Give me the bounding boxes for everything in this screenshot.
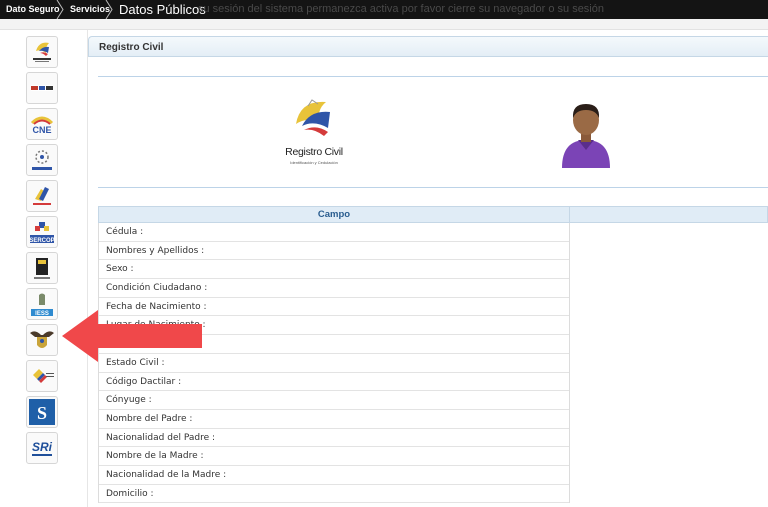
table-row: Cédula :: [99, 223, 569, 242]
table-row: Condición Ciudadano :: [99, 279, 569, 298]
registro-civil-icon[interactable]: [26, 36, 58, 68]
divider-bottom: [98, 187, 768, 188]
subheader-strip: [0, 19, 768, 30]
svg-text:CNE: CNE: [32, 125, 51, 135]
table-row: Sexo :: [99, 260, 569, 280]
panel-title: Registro Civil: [99, 42, 164, 53]
svg-text:SRi: SRi: [32, 440, 53, 454]
sri-icon[interactable]: SRi: [26, 432, 58, 464]
svg-text:S: S: [37, 403, 47, 423]
divider-top: [98, 76, 768, 77]
svg-text:IESS: IESS: [35, 311, 49, 317]
breadcrumb-dato-seguro[interactable]: Dato Seguro: [6, 0, 60, 19]
breadcrumb-separator-icon: [105, 0, 113, 19]
panel-header: Registro Civil: [88, 36, 768, 57]
svg-text:SERCOP: SERCOP: [29, 238, 54, 244]
session-notice: su sesión del sistema permanezca activa …: [198, 3, 604, 15]
table-row: Domicilio :: [99, 485, 569, 504]
table-header-value: [570, 206, 768, 223]
table-row: Nacionalidad del Padre :: [99, 429, 569, 448]
table-row: Código Dactilar :: [99, 373, 569, 392]
service-sidebar: CNE SERCOP IESS S SRi: [0, 30, 87, 507]
escudo-icon[interactable]: [26, 324, 58, 356]
registro-civil-logo: Registro Civil Identificación y Cedulaci…: [278, 94, 350, 172]
logo-text: Registro Civil: [285, 146, 343, 158]
supercias-icon[interactable]: S: [26, 396, 58, 428]
user-avatar-icon: [562, 104, 610, 168]
sercop-icon[interactable]: SERCOP: [26, 216, 58, 248]
table-row: Nombres y Apellidos :: [99, 242, 569, 261]
table-row: Nacionalidad de la Madre :: [99, 466, 569, 485]
registro-civil-panel: Registro Civil Registro Civil Identifica…: [88, 36, 768, 507]
red-arrow-icon: [62, 310, 202, 362]
agencia-icon[interactable]: [26, 360, 58, 392]
table-row: Nombre del Padre :: [99, 410, 569, 429]
breadcrumb-separator-icon: [56, 0, 64, 19]
top-bar: Dato Seguro Servicios Datos Públicos su …: [0, 0, 768, 19]
ant-icon[interactable]: [26, 72, 58, 104]
registros-icon[interactable]: [26, 180, 58, 212]
logo-subtext: Identificación y Cedulación: [290, 160, 338, 165]
iess-icon[interactable]: IESS: [26, 288, 58, 320]
table-row: Nombre de la Madre :: [99, 447, 569, 466]
table-row: Cónyuge :: [99, 391, 569, 410]
registro-civil-emblem-icon: [296, 99, 330, 136]
superintendencia-icon[interactable]: [26, 252, 58, 284]
cne-icon[interactable]: CNE: [26, 108, 58, 140]
breadcrumb-datos-publicos: Datos Públicos: [119, 2, 206, 17]
table-header-campo: Campo: [98, 206, 570, 223]
senescyt-icon[interactable]: [26, 144, 58, 176]
